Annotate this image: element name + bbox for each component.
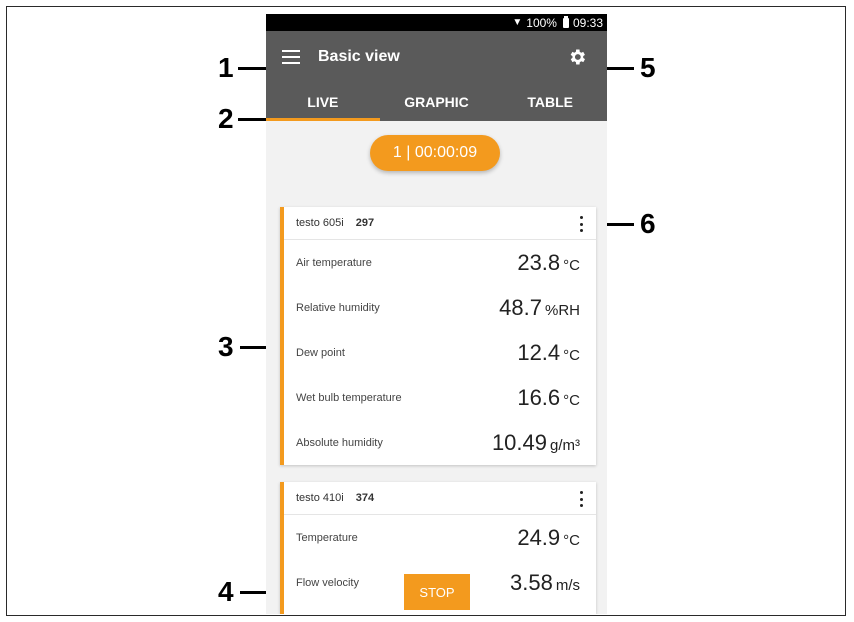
device-name: testo 410i: [296, 492, 344, 504]
tab-graphic[interactable]: GRAPHIC: [380, 83, 494, 121]
measurement-row: Air temperature 23.8 °C: [284, 240, 596, 285]
measurement-row: Relative humidity 48.7 %RH: [284, 285, 596, 330]
wifi-icon: ▼: [512, 17, 523, 28]
measurement-value: 23.8: [517, 249, 561, 275]
measurement-label: Wet bulb temperature: [296, 391, 402, 404]
more-options-icon[interactable]: [580, 491, 584, 507]
more-options-icon[interactable]: [580, 216, 584, 232]
status-bar: ▼ 100% 09:33: [266, 14, 607, 31]
measurement-value: 16.6: [517, 384, 561, 410]
measurement-label: Temperature: [296, 531, 358, 544]
measurement-value: 24.9: [517, 524, 561, 550]
measurement-row: Absolute humidity 10.49 g/m³: [284, 420, 596, 465]
measurement-unit: °C: [563, 346, 580, 364]
measurement-label: Flow velocity: [296, 576, 359, 589]
page-title: Basic view: [318, 48, 400, 65]
callout-5: 5: [640, 52, 656, 83]
measurement-label: Absolute humidity: [296, 436, 383, 449]
measurement-value: 3.58: [510, 569, 553, 595]
measurement-row: Wet bulb temperature 16.6 °C: [284, 375, 596, 420]
callout-6: 6: [640, 208, 656, 239]
measurement-value: 12.4: [517, 339, 561, 365]
card-header: testo 410i 374: [284, 482, 596, 515]
device-name: testo 605i: [296, 217, 344, 229]
measurement-row: Dew point 12.4 °C: [284, 330, 596, 375]
callout-2: 2: [218, 103, 234, 134]
measurement-label: Air temperature: [296, 256, 372, 269]
device-card-605i: testo 605i 297 Air temperature 23.8 °C Re…: [280, 207, 596, 465]
measurement-unit: %RH: [544, 301, 580, 319]
callout-4: 4: [218, 576, 234, 607]
measurement-value: 48.7: [499, 294, 542, 320]
menu-icon[interactable]: [282, 50, 300, 64]
callout-3: 3: [218, 331, 234, 362]
phone-screen: ▼ 100% 09:33 Basic view LIVE GRAPHIC TAB…: [266, 14, 607, 614]
device-serial: 297: [355, 217, 375, 229]
tab-bar: LIVE GRAPHIC TABLE: [266, 83, 607, 121]
battery-icon: [562, 15, 569, 28]
measurement-row: Temperature 24.9 °C: [284, 515, 596, 560]
measurement-unit: °C: [563, 256, 580, 274]
stop-button[interactable]: STOP: [404, 574, 470, 610]
measurement-unit: m/s: [555, 576, 580, 594]
measurement-label: Dew point: [296, 346, 345, 359]
gear-icon[interactable]: [567, 47, 587, 67]
tab-table[interactable]: TABLE: [493, 83, 607, 121]
measurement-label: Relative humidity: [296, 301, 380, 314]
measurement-unit: °C: [563, 531, 580, 549]
measurement-value: 10.49: [491, 429, 547, 455]
measurement-unit: g/m³: [550, 436, 580, 454]
clock: 09:33: [572, 15, 603, 30]
device-serial: 374: [355, 492, 375, 504]
tab-live[interactable]: LIVE: [266, 83, 380, 121]
app-bar: Basic view: [266, 31, 607, 83]
measurement-unit: °C: [563, 391, 580, 409]
card-header: testo 605i 297: [284, 207, 596, 240]
callout-1: 1: [218, 52, 234, 83]
measurement-timer[interactable]: 1 | 00:00:09: [370, 135, 500, 171]
battery-percent: 100%: [526, 15, 557, 30]
